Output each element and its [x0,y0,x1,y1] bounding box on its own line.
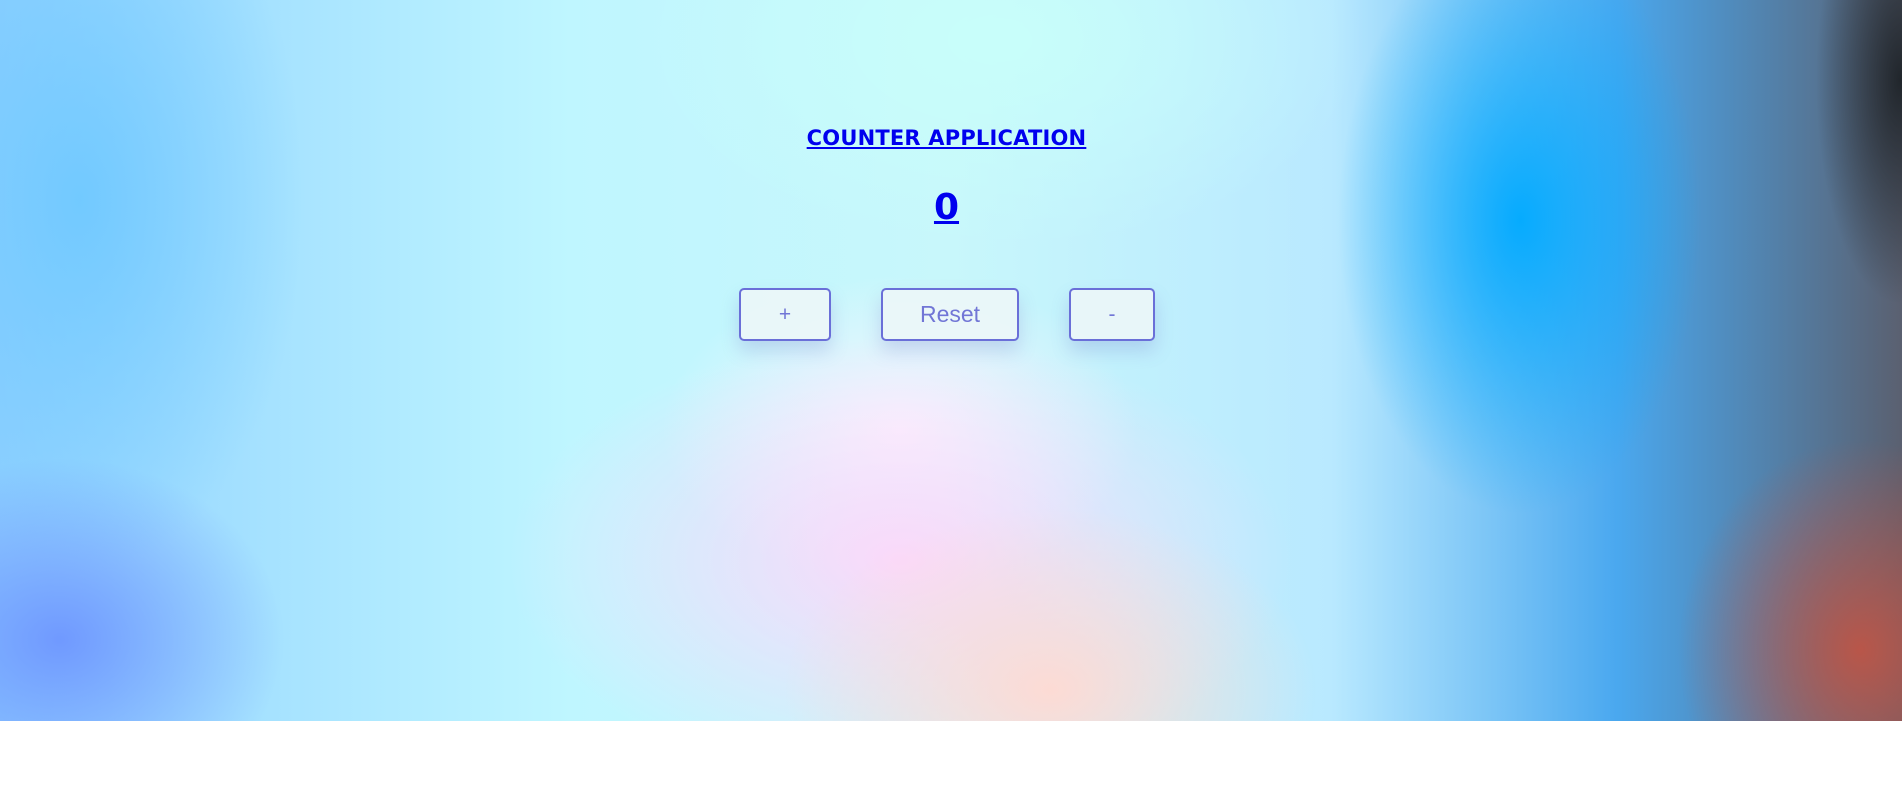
decrement-button[interactable]: - [1069,288,1155,341]
increment-button[interactable]: + [739,288,831,341]
counter-app: COUNTER APPLICATION 0 + Reset - [0,0,1902,721]
app-title: COUNTER APPLICATION [806,126,1087,150]
reset-button[interactable]: Reset [881,288,1019,341]
counter-value: 0 [933,187,960,228]
